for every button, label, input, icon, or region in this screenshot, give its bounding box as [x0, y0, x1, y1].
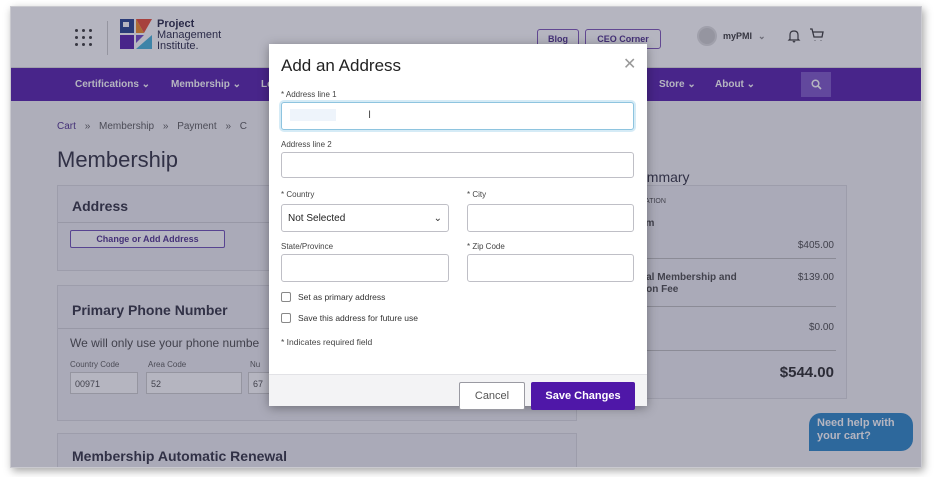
required-note: * Indicates required field: [281, 337, 373, 347]
address1-label: * Address line 1: [281, 90, 337, 99]
cancel-button[interactable]: Cancel: [459, 382, 525, 410]
primary-address-label: Set as primary address: [298, 292, 386, 302]
close-icon[interactable]: ✕: [623, 54, 636, 74]
country-label: * Country: [281, 190, 315, 199]
future-use-checkbox[interactable]: Save this address for future use: [281, 313, 418, 323]
address-line-2-input[interactable]: [281, 152, 634, 178]
primary-address-checkbox[interactable]: Set as primary address: [281, 292, 385, 302]
zip-label: * Zip Code: [467, 242, 505, 251]
text-cursor-icon: I: [368, 109, 372, 121]
autofill-highlight: [290, 109, 336, 121]
add-address-modal: Add an Address ✕ * Address line 1 I Addr…: [269, 44, 647, 410]
address-line-1-input[interactable]: I: [281, 102, 634, 130]
chevron-down-icon: ⌄: [433, 212, 442, 224]
modal-title: Add an Address: [281, 56, 402, 75]
zip-input[interactable]: [467, 254, 634, 282]
city-label: * City: [467, 190, 487, 199]
save-changes-button[interactable]: Save Changes: [531, 382, 635, 410]
future-use-label: Save this address for future use: [298, 313, 419, 323]
checkbox-box[interactable]: [281, 292, 291, 302]
address2-label: Address line 2: [281, 140, 332, 149]
country-value: Not Selected: [288, 212, 346, 224]
browser-frame: Project Management Institute. Blog CEO C…: [10, 6, 922, 468]
city-input[interactable]: [467, 204, 634, 232]
checkbox-box[interactable]: [281, 313, 291, 323]
state-label: State/Province: [281, 242, 334, 251]
country-select[interactable]: Not Selected ⌄: [281, 204, 449, 232]
state-input[interactable]: [281, 254, 449, 282]
